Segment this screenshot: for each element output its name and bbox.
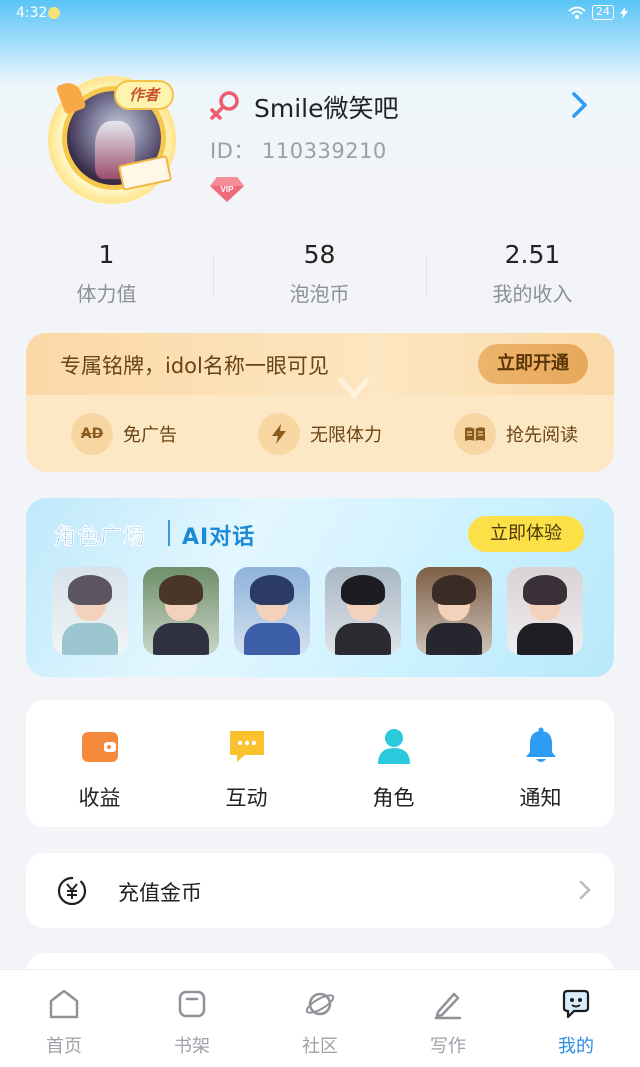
vip-perks: AD 免广告 无限体力 抢先阅读 bbox=[26, 411, 614, 457]
tab-label: 首页 bbox=[46, 1036, 82, 1057]
username[interactable]: Smile微笑吧 bbox=[254, 89, 399, 125]
planet-icon bbox=[305, 992, 335, 1016]
character-list bbox=[52, 567, 583, 655]
person-icon bbox=[377, 729, 410, 764]
wifi-icon bbox=[568, 6, 586, 19]
vip-badge-text: VIP bbox=[221, 185, 235, 194]
tab-label: 书架 bbox=[174, 1036, 210, 1057]
character-body bbox=[153, 623, 209, 655]
charging-icon bbox=[620, 6, 628, 19]
pen-icon bbox=[434, 992, 462, 1020]
user-id: ID： 110339210 bbox=[210, 139, 387, 163]
ad-icon-text: AD bbox=[80, 426, 104, 442]
character-thumbnail[interactable] bbox=[416, 567, 492, 655]
recharge-coins-row[interactable]: 充值金币 bbox=[26, 853, 614, 928]
status-bar: 4:32 24 bbox=[0, 0, 640, 28]
perk-label: 无限体力 bbox=[310, 425, 382, 446]
chevron-right-icon bbox=[579, 880, 591, 900]
action-label: 角色 bbox=[372, 786, 415, 810]
me-icon bbox=[562, 989, 590, 1019]
character-hair bbox=[341, 575, 385, 605]
avatar[interactable]: 作者 bbox=[44, 72, 194, 204]
bottom-tab-bar: 首页 书架 社区 写作 我的 bbox=[0, 969, 640, 1067]
tab-label: 我的 bbox=[558, 1036, 594, 1057]
yuan-icon bbox=[57, 876, 87, 906]
bookshelf-icon bbox=[178, 990, 206, 1018]
vip-activate-button[interactable]: 立即开通 bbox=[478, 344, 588, 384]
character-body bbox=[335, 623, 391, 655]
stat-bubble-coins[interactable]: 58 泡泡币 bbox=[213, 240, 426, 310]
try-now-button[interactable]: 立即体验 bbox=[468, 516, 584, 552]
title-separator bbox=[168, 520, 170, 546]
chevron-down-icon bbox=[338, 377, 370, 399]
perk-label: 免广告 bbox=[123, 425, 177, 446]
stat-divider bbox=[426, 256, 427, 296]
action-notifications[interactable]: 通知 bbox=[467, 700, 614, 827]
vip-title: 专属铭牌，idol名称一眼可见 bbox=[60, 354, 329, 378]
character-thumbnail[interactable] bbox=[507, 567, 583, 655]
perk-early-read: 抢先阅读 bbox=[418, 411, 614, 457]
action-interaction[interactable]: 互动 bbox=[173, 700, 320, 827]
character-hair bbox=[432, 575, 476, 605]
author-badge: 作者 bbox=[114, 80, 174, 110]
tab-bookshelf[interactable]: 书架 bbox=[128, 970, 256, 1067]
tab-me[interactable]: 我的 bbox=[512, 970, 640, 1067]
perk-label: 抢先阅读 bbox=[506, 425, 578, 446]
home-icon bbox=[49, 989, 79, 1019]
character-hair bbox=[159, 575, 203, 605]
notification-icon bbox=[48, 7, 60, 19]
quick-actions: 收益 互动 角色 通知 bbox=[26, 700, 614, 827]
vip-diamond-icon[interactable]: VIP bbox=[209, 175, 245, 203]
female-icon bbox=[210, 91, 239, 120]
status-time: 4:32 bbox=[16, 5, 48, 21]
ai-card-title: 角色广场 bbox=[54, 525, 147, 551]
action-label: 通知 bbox=[519, 786, 562, 810]
character-thumbnail[interactable] bbox=[52, 567, 128, 655]
action-earnings[interactable]: 收益 bbox=[26, 700, 173, 827]
character-body bbox=[244, 623, 300, 655]
book-icon bbox=[454, 413, 496, 455]
chat-icon bbox=[229, 731, 264, 762]
tab-community[interactable]: 社区 bbox=[256, 970, 384, 1067]
character-hair bbox=[250, 575, 294, 605]
stat-income[interactable]: 2.51 我的收入 bbox=[426, 240, 639, 310]
tab-home[interactable]: 首页 bbox=[0, 970, 128, 1067]
stat-divider bbox=[213, 256, 214, 296]
ai-card-subtitle: AI对话 bbox=[182, 525, 256, 550]
tab-write[interactable]: 写作 bbox=[384, 970, 512, 1067]
action-characters[interactable]: 角色 bbox=[320, 700, 467, 827]
battery-icon: 24 bbox=[592, 5, 614, 20]
character-thumbnail[interactable] bbox=[143, 567, 219, 655]
vip-card[interactable]: 专属铭牌，idol名称一眼可见 立即开通 AD 免广告 无限体力 抢先阅读 bbox=[26, 333, 614, 472]
recharge-label: 充值金币 bbox=[118, 881, 202, 905]
ai-character-card[interactable]: 角色广场 AI对话 立即体验 bbox=[26, 498, 614, 677]
lightning-icon bbox=[258, 413, 300, 455]
character-body bbox=[62, 623, 118, 655]
chevron-right-icon[interactable] bbox=[566, 90, 592, 120]
stat-label: 泡泡币 bbox=[289, 282, 350, 306]
character-body bbox=[517, 623, 573, 655]
ad-icon: AD bbox=[71, 413, 113, 455]
stat-value: 1 bbox=[98, 240, 115, 269]
action-label: 收益 bbox=[78, 786, 121, 810]
stat-value: 58 bbox=[303, 240, 336, 269]
perk-no-ads: AD 免广告 bbox=[26, 411, 222, 457]
stat-label: 我的收入 bbox=[492, 282, 573, 306]
character-thumbnail[interactable] bbox=[234, 567, 310, 655]
stats-row: 1 体力值 58 泡泡币 2.51 我的收入 bbox=[0, 240, 640, 310]
perk-unlimited-stamina: 无限体力 bbox=[222, 411, 418, 457]
character-hair bbox=[68, 575, 112, 605]
action-label: 互动 bbox=[225, 786, 268, 810]
stat-value: 2.51 bbox=[504, 240, 561, 269]
tab-label: 社区 bbox=[302, 1036, 338, 1057]
status-right: 24 bbox=[568, 5, 628, 20]
character-body bbox=[426, 623, 482, 655]
stat-label: 体力值 bbox=[76, 282, 137, 306]
bell-icon bbox=[525, 727, 556, 762]
wallet-icon bbox=[81, 732, 118, 762]
tab-label: 写作 bbox=[430, 1036, 466, 1057]
stat-stamina[interactable]: 1 体力值 bbox=[0, 240, 213, 310]
character-thumbnail[interactable] bbox=[325, 567, 401, 655]
character-hair bbox=[523, 575, 567, 605]
